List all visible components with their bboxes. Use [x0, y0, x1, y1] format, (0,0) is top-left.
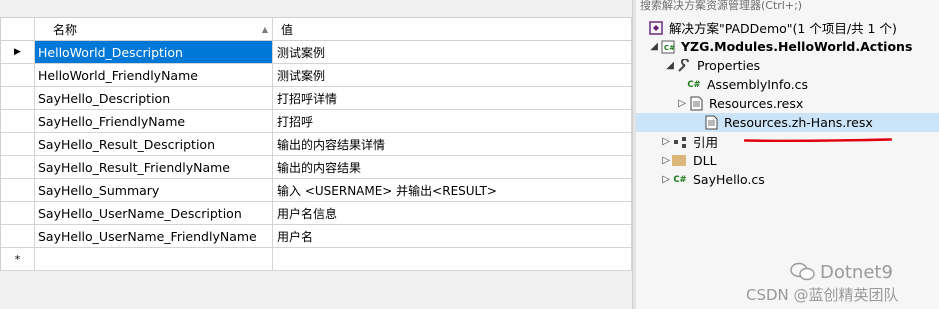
cell-name[interactable]: SayHello_UserName_Description: [35, 202, 273, 224]
expand-icon[interactable]: ▷: [636, 155, 672, 166]
watermark-credit: CSDN @蓝创精英团队: [746, 286, 899, 304]
cell-name[interactable]: SayHello_FriendlyName: [35, 110, 273, 132]
solution-label: 解决方案"PADDemo"(1 个项目/共 1 个): [669, 21, 897, 36]
highlight-underline: [744, 138, 892, 142]
sort-ascending-icon: ▲: [261, 24, 268, 34]
row-header[interactable]: [1, 202, 35, 224]
cell-name[interactable]: HelloWorld_FriendlyName: [35, 64, 273, 86]
dll-label: DLL: [693, 153, 717, 168]
assemblyinfo-label: AssemblyInfo.cs: [707, 77, 809, 92]
resource-grid-pane: 名称 ▲ 值 ▶ HelloWorld_Description 测试案例 HelloW…: [0, 0, 632, 309]
solution-icon: [648, 20, 664, 36]
row-header[interactable]: [1, 225, 35, 247]
cell-name[interactable]: HelloWorld_Description: [35, 41, 273, 63]
grid-header: 名称 ▲ 值: [1, 17, 632, 41]
watermark-title: Dotnet9: [820, 262, 893, 283]
row-header[interactable]: [1, 110, 35, 132]
row-header[interactable]: [1, 87, 35, 109]
resx-file-icon: [703, 115, 719, 131]
wechat-icon: [790, 262, 815, 281]
csharp-file-icon: C#: [673, 174, 687, 185]
resx-file-icon: [688, 96, 704, 112]
collapse-icon[interactable]: ◢: [636, 60, 676, 71]
column-header-value-label: 值: [281, 22, 294, 37]
cell-value[interactable]: 用户名信息: [273, 202, 632, 224]
table-row[interactable]: SayHello_Description 打招呼详情: [1, 87, 632, 110]
resources-label: Resources.resx: [709, 96, 804, 111]
project-label: YZG.Modules.HelloWorld.Actions: [681, 39, 913, 54]
collapse-icon[interactable]: ◢: [636, 41, 660, 52]
row-header[interactable]: [1, 156, 35, 178]
references-label: 引用: [693, 135, 719, 150]
table-row[interactable]: ▶ HelloWorld_Description 测试案例: [1, 41, 632, 64]
cell-name[interactable]: SayHello_UserName_FriendlyName: [35, 225, 273, 247]
new-row[interactable]: *: [1, 248, 632, 271]
cell-value[interactable]: 输出的内容结果: [273, 156, 632, 178]
cell-value[interactable]: 测试案例: [273, 64, 632, 86]
cell-value[interactable]: 测试案例: [273, 41, 632, 63]
row-header[interactable]: [1, 179, 35, 201]
table-row[interactable]: SayHello_FriendlyName 打招呼: [1, 110, 632, 133]
cell-name[interactable]: SayHello_Result_Description: [35, 133, 273, 155]
row-header[interactable]: *: [1, 248, 35, 270]
wrench-icon: [676, 58, 692, 74]
resources-zh-hans-label: Resources.zh-Hans.resx: [724, 115, 873, 130]
tree-item-solution[interactable]: 解决方案"PADDemo"(1 个项目/共 1 个): [636, 18, 939, 37]
cell-value[interactable]: 输出的内容结果详情: [273, 133, 632, 155]
table-row[interactable]: SayHello_Result_FriendlyName 输出的内容结果: [1, 156, 632, 179]
tree-item-project[interactable]: ◢ C# YZG.Modules.HelloWorld.Actions: [636, 37, 939, 56]
cell-value[interactable]: 输入 <USERNAME> 并输出<RESULT>: [273, 179, 632, 201]
table-row[interactable]: HelloWorld_FriendlyName 测试案例: [1, 64, 632, 87]
csharp-project-icon: C#: [660, 39, 676, 55]
cell-name[interactable]: SayHello_Description: [35, 87, 273, 109]
tree-item-properties[interactable]: ◢ Properties: [636, 56, 939, 75]
cell-name[interactable]: SayHello_Result_FriendlyName: [35, 156, 273, 178]
solution-search-input[interactable]: 搜索解决方案资源管理器(Ctrl+;): [636, 0, 939, 13]
tree-item-sayhello[interactable]: ▷ C# SayHello.cs: [636, 170, 939, 189]
cell-value[interactable]: [273, 248, 632, 270]
column-header-name-label: 名称: [53, 22, 78, 37]
row-header[interactable]: [1, 133, 35, 155]
cell-name[interactable]: [35, 248, 273, 270]
expand-icon[interactable]: ▷: [636, 174, 672, 185]
cell-name[interactable]: SayHello_Summary: [35, 179, 273, 201]
table-row[interactable]: SayHello_Summary 输入 <USERNAME> 并输出<RESULT…: [1, 179, 632, 202]
cell-value[interactable]: 用户名: [273, 225, 632, 247]
solution-explorer: 搜索解决方案资源管理器(Ctrl+;) 解决方案"PADDemo"(1 个项目/…: [636, 0, 939, 309]
tree-item-resources-zh-hans[interactable]: Resources.zh-Hans.resx: [636, 113, 939, 132]
row-header[interactable]: [1, 64, 35, 86]
resource-grid: 名称 ▲ 值 ▶ HelloWorld_Description 测试案例 HelloW…: [0, 17, 632, 271]
header-corner: [1, 18, 35, 40]
tree-item-dll[interactable]: ▷ DLL: [636, 151, 939, 170]
references-icon: [672, 134, 688, 150]
column-header-value[interactable]: 值: [273, 18, 632, 40]
folder-icon: [672, 155, 686, 166]
tree-item-resources[interactable]: ▷ Resources.resx: [636, 94, 939, 113]
table-row[interactable]: SayHello_UserName_Description 用户名信息: [1, 202, 632, 225]
properties-label: Properties: [697, 58, 761, 73]
expand-icon[interactable]: ▷: [636, 136, 672, 147]
table-row[interactable]: SayHello_UserName_FriendlyName 用户名: [1, 225, 632, 248]
sayhello-label: SayHello.cs: [693, 172, 765, 187]
cell-value[interactable]: 打招呼详情: [273, 87, 632, 109]
csharp-file-icon: C#: [687, 79, 701, 90]
column-header-name[interactable]: 名称 ▲: [35, 18, 273, 40]
cell-value[interactable]: 打招呼: [273, 110, 632, 132]
expand-icon[interactable]: ▷: [636, 98, 688, 109]
row-header[interactable]: ▶: [1, 41, 35, 63]
table-row[interactable]: SayHello_Result_Description 输出的内容结果详情: [1, 133, 632, 156]
svg-text:C#: C#: [664, 44, 675, 52]
tree-item-assemblyinfo[interactable]: C# AssemblyInfo.cs: [636, 75, 939, 94]
